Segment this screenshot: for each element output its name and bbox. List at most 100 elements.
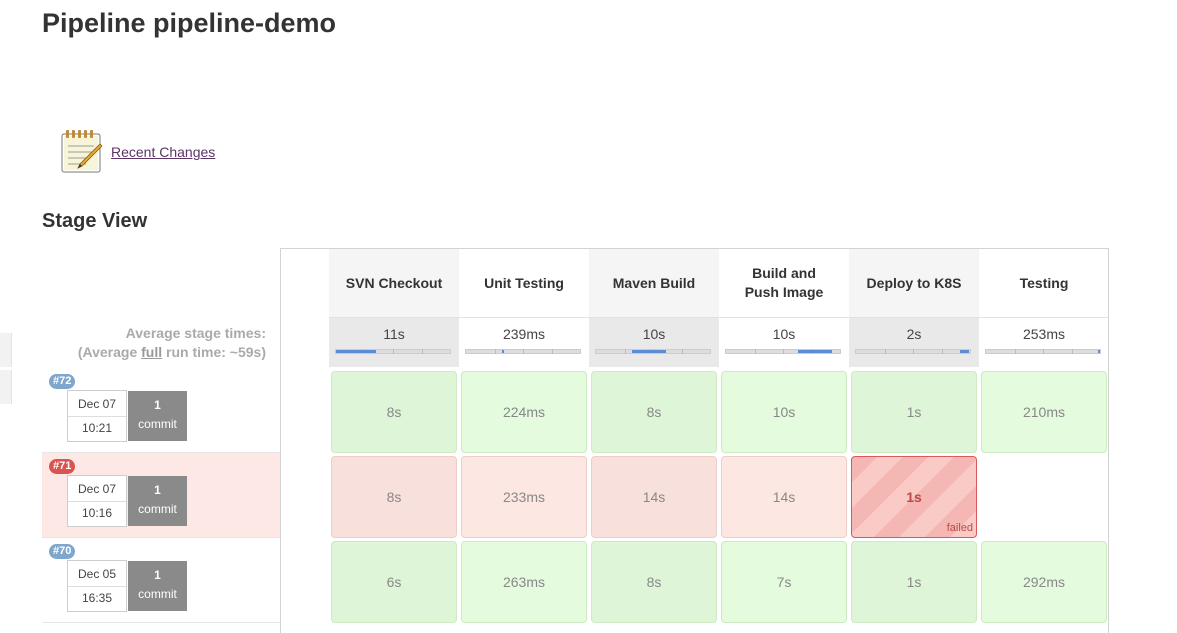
stage-average: 10s: [589, 317, 719, 367]
side-tab[interactable]: [0, 333, 12, 367]
stage-cell[interactable]: 8s: [331, 371, 457, 453]
stage-header: Maven Build: [589, 249, 719, 317]
stage-average-time: 11s: [383, 326, 405, 342]
side-panel-tabs[interactable]: [0, 333, 12, 407]
commit-count: 1: [154, 483, 161, 497]
stage-time-bar: [725, 349, 841, 354]
commit-count: 1: [154, 398, 161, 412]
stage-average: 2s: [849, 317, 979, 367]
commit-label: commit: [138, 417, 177, 431]
stage-cell[interactable]: 210ms: [981, 371, 1107, 453]
stage-cell[interactable]: 233ms: [461, 456, 587, 538]
stage-average: 253ms: [979, 317, 1109, 367]
average-label-line2: (Average full run time: ~59s): [42, 343, 266, 362]
stage-cell[interactable]: 8s: [331, 456, 457, 538]
bar-tick: [682, 349, 683, 354]
stage-average-time: 10s: [772, 326, 796, 342]
divider: [68, 586, 126, 587]
build-time: 16:35: [81, 591, 113, 605]
stage-average: 11s: [329, 317, 459, 367]
stage-cell[interactable]: 14s: [721, 456, 847, 538]
bar-tick: [913, 349, 914, 354]
commit-label: commit: [138, 502, 177, 516]
build-date: Dec 07 10:16: [67, 475, 127, 527]
build-row[interactable]: #71 Dec 07 10:16 1 commit: [42, 453, 280, 538]
stage-time-bar: [595, 349, 711, 354]
side-tab[interactable]: [0, 370, 12, 404]
stage-average-time: 239ms: [502, 326, 546, 342]
build-day: Dec 07: [77, 397, 117, 411]
build-number-badge[interactable]: #72: [49, 374, 76, 389]
stage-time-fill: [632, 350, 666, 353]
stage-duration: 8s: [386, 404, 402, 420]
bar-tick: [495, 349, 496, 354]
stage-average: 10s: [719, 317, 849, 367]
stage-time-fill: [336, 350, 376, 353]
stage-cell[interactable]: 1s failed: [851, 456, 977, 538]
average-stage-times-label: Average stage times: (Average full run t…: [42, 324, 266, 362]
stage-time-fill: [960, 350, 969, 353]
stage-average-time: 2s: [906, 326, 922, 342]
stage-duration: 210ms: [1022, 404, 1066, 420]
bar-tick: [552, 349, 553, 354]
stage-header: Unit Testing: [484, 274, 564, 291]
stage-duration: 14s: [772, 489, 796, 505]
bar-tick: [523, 349, 524, 354]
bar-tick: [783, 349, 784, 354]
stage-cell[interactable]: 8s: [591, 541, 717, 623]
stage-cell[interactable]: 8s: [591, 371, 717, 453]
stage-time-bar: [465, 349, 581, 354]
stage-cell[interactable]: 1s: [851, 541, 977, 623]
commit-count-button[interactable]: 1 commit: [128, 561, 187, 611]
recent-changes[interactable]: Recent Changes: [60, 128, 215, 174]
stage-cell[interactable]: 7s: [721, 541, 847, 623]
stage-cell[interactable]: 224ms: [461, 371, 587, 453]
bar-tick: [755, 349, 756, 354]
stage-duration: 233ms: [502, 489, 546, 505]
average-prefix: (Average: [77, 344, 142, 360]
stage-average-time: 10s: [642, 326, 666, 342]
stage-cell[interactable]: 10s: [721, 371, 847, 453]
stage-average: 239ms: [459, 317, 589, 367]
build-day: Dec 05: [77, 567, 117, 581]
stage-cell[interactable]: 263ms: [461, 541, 587, 623]
build-date: Dec 05 16:35: [67, 560, 127, 612]
stage-duration: 1s: [906, 489, 922, 505]
stage-header: Deploy to K8S: [849, 249, 979, 317]
build-number-badge[interactable]: #70: [49, 544, 76, 559]
average-suffix: run time: ~59s): [162, 344, 266, 360]
stage-time-bar: [855, 349, 971, 354]
stage-cell[interactable]: 14s: [591, 456, 717, 538]
stage-time-bar: [335, 349, 451, 354]
stage-header: Build and Push Image: [744, 265, 824, 300]
stage-cell[interactable]: 292ms: [981, 541, 1107, 623]
bar-tick: [1015, 349, 1016, 354]
stage-duration: 292ms: [1022, 574, 1066, 590]
stage-duration: 7s: [776, 574, 792, 590]
divider: [68, 501, 126, 502]
stage-duration: 14s: [642, 489, 666, 505]
commit-count-button[interactable]: 1 commit: [128, 476, 187, 526]
build-time: 10:21: [81, 421, 113, 435]
average-label-line1: Average stage times:: [125, 325, 266, 341]
commit-count-button[interactable]: 1 commit: [128, 391, 187, 441]
stage-duration: 8s: [646, 574, 662, 590]
build-number-badge[interactable]: #71: [49, 459, 76, 474]
stage-duration: 8s: [386, 489, 402, 505]
recent-changes-link[interactable]: Recent Changes: [111, 144, 215, 160]
stage-time-bar: [985, 349, 1101, 354]
page-title: Pipeline pipeline-demo: [42, 8, 337, 38]
bar-tick: [422, 349, 423, 354]
bar-tick: [1043, 349, 1044, 354]
commit-label: commit: [138, 587, 177, 601]
stage-cell[interactable]: 1s: [851, 371, 977, 453]
full-run-link[interactable]: full: [141, 344, 162, 360]
stage-duration: 6s: [386, 574, 402, 590]
stage-duration: 10s: [772, 404, 796, 420]
build-row[interactable]: #70 Dec 05 16:35 1 commit: [42, 538, 280, 623]
notepad-icon: [61, 130, 103, 173]
stage-header: SVN Checkout: [329, 249, 459, 317]
stage-cell[interactable]: 6s: [331, 541, 457, 623]
build-row[interactable]: #72 Dec 07 10:21 1 commit: [42, 368, 280, 453]
commit-count: 1: [154, 568, 161, 582]
